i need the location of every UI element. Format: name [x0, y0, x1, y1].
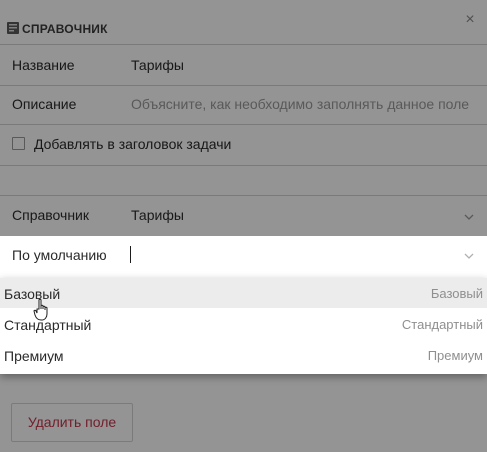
text-caret	[130, 246, 131, 263]
name-label: Название	[12, 57, 75, 73]
add-to-title-checkbox[interactable]	[12, 137, 25, 150]
delete-field-button[interactable]: Удалить поле	[11, 403, 133, 442]
description-label: Описание	[12, 96, 77, 112]
description-row: Описание Объясните, как необходимо запол…	[0, 86, 487, 124]
book-icon	[7, 22, 19, 34]
dropdown-options: Базовый Базовый Стандартный Стандартный …	[0, 278, 487, 374]
dropdown-option[interactable]: Стандартный Стандартный	[0, 309, 487, 339]
dictionary-label: Справочник	[12, 207, 89, 223]
dropdown-option[interactable]: Премиум Премиум	[0, 340, 487, 370]
add-to-title-row[interactable]: Добавлять в заголовок задачи	[0, 125, 487, 165]
divider	[0, 165, 487, 166]
close-icon[interactable]: ×	[462, 12, 478, 28]
option-hint: Стандартный	[401, 317, 483, 332]
dropdown-option[interactable]: Базовый Базовый	[0, 278, 487, 308]
option-hint: Базовый	[430, 286, 483, 301]
add-to-title-label[interactable]: Добавлять в заголовок задачи	[34, 136, 231, 152]
dictionary-row[interactable]: Справочник Тарифы	[0, 196, 487, 234]
name-row: Название Тарифы	[0, 45, 487, 85]
name-input[interactable]: Тарифы	[131, 57, 184, 73]
hand-pointer-icon	[33, 298, 48, 321]
default-value-row[interactable]: По умолчанию	[0, 236, 487, 274]
option-label: Премиум	[4, 348, 64, 364]
dialog-title: СПРАВОЧНИК	[22, 22, 108, 36]
default-label: По умолчанию	[12, 247, 107, 263]
chevron-down-icon[interactable]	[463, 250, 475, 262]
dictionary-select[interactable]: Тарифы	[131, 207, 184, 223]
description-input[interactable]: Объясните, как необходимо заполнять данн…	[131, 96, 469, 112]
field-settings-dialog: СПРАВОЧНИК × Название Тарифы Описание Об…	[0, 0, 487, 452]
dialog-header: СПРАВОЧНИК ×	[0, 0, 487, 44]
chevron-down-icon[interactable]	[463, 211, 475, 223]
option-hint: Премиум	[427, 348, 483, 363]
